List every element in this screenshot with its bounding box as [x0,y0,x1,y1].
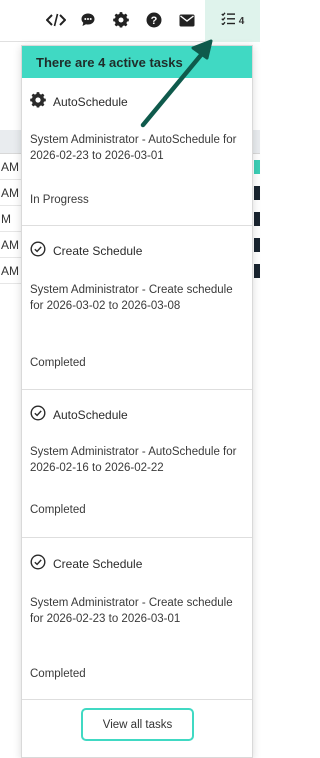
gear-icon [30,92,46,111]
task-item[interactable]: Create Schedule System Administrator - C… [22,538,252,700]
gear-icon[interactable] [109,9,133,31]
table-row: M [0,206,22,232]
task-item[interactable]: AutoSchedule System Administrator - Auto… [22,78,252,226]
task-title: AutoSchedule [53,407,128,422]
view-all-tasks-button[interactable]: View all tasks [81,708,194,741]
table-row: AM [0,154,22,180]
shift-chip [254,186,260,200]
task-title-row: AutoSchedule [30,405,128,424]
task-title-row: AutoSchedule [30,92,128,111]
task-status: Completed [30,504,86,516]
task-status: Completed [30,668,86,680]
check-circle-icon [30,405,46,424]
mail-icon[interactable] [175,9,199,31]
task-description: System Administrator - AutoSchedule for … [30,446,237,474]
help-icon[interactable]: ? [142,9,166,31]
svg-text:?: ? [151,15,158,27]
task-item[interactable]: AutoSchedule System Administrator - Auto… [22,390,252,538]
task-status: In Progress [30,194,89,206]
task-item[interactable]: Create Schedule System Administrator - C… [22,226,252,390]
chat-icon[interactable] [76,9,100,31]
task-title-row: Create Schedule [30,554,142,573]
top-toolbar: ? 4 [0,0,260,42]
shift-chip [254,238,260,252]
task-description: System Administrator - AutoSchedule for … [30,134,237,162]
tasks-icon [221,12,235,30]
check-circle-icon [30,554,46,573]
task-count-badge: 4 [238,15,245,27]
task-status: Completed [30,357,86,369]
task-title: Create Schedule [53,556,143,571]
panel-header: There are 4 active tasks [22,46,252,78]
task-title: Create Schedule [53,243,143,258]
task-description: System Administrator - Create schedule f… [30,597,233,625]
check-circle-icon [30,241,46,260]
shift-chip [254,264,260,278]
table-row: AM [0,180,22,206]
task-title-row: Create Schedule [30,241,142,260]
table-row: AM [0,232,22,258]
tasks-button[interactable]: 4 [205,0,260,42]
shift-chip [254,160,260,174]
task-description: System Administrator - Create schedule f… [30,284,233,312]
code-icon[interactable] [44,9,68,31]
table-row: AM [0,258,22,284]
shift-chip [254,212,260,226]
active-tasks-panel: There are 4 active tasks AutoSchedule Sy… [21,45,253,758]
task-title: AutoSchedule [53,94,128,109]
